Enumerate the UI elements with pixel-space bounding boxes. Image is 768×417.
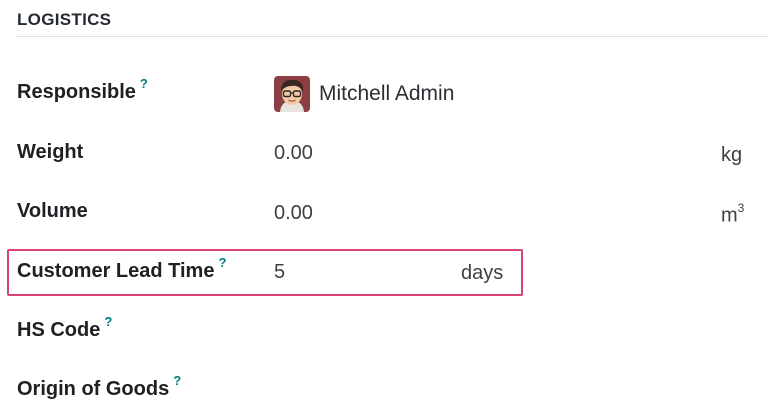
customer-lead-time-unit: days — [461, 262, 504, 284]
responsible-user-name[interactable]: Mitchell Admin — [319, 82, 454, 106]
section-title: LOGISTICS — [17, 10, 112, 29]
customer-lead-time-help-icon[interactable]: ? — [218, 255, 226, 270]
volume-label-text: Volume — [17, 200, 88, 222]
hs-code-input[interactable] — [268, 314, 748, 348]
weight-label-text: Weight — [17, 141, 84, 163]
responsible-label-text: Responsible — [17, 81, 136, 103]
user-avatar-glasses-icon — [274, 76, 310, 112]
volume-unit-exponent: 3 — [737, 201, 745, 215]
volume-unit: m3 — [721, 201, 745, 228]
weight-value: 0.00 — [274, 142, 313, 164]
origin-of-goods-help-icon[interactable]: ? — [173, 373, 181, 388]
volume-label: Volume — [17, 200, 88, 223]
section-divider — [16, 36, 768, 37]
customer-lead-time-label: Customer Lead Time? — [17, 255, 226, 283]
volume-value: 0.00 — [274, 202, 313, 224]
customer-lead-time-input[interactable]: 5 — [268, 256, 448, 290]
weight-label: Weight — [17, 141, 83, 164]
origin-of-goods-label-text: Origin of Goods — [17, 378, 170, 400]
avatar[interactable] — [274, 76, 310, 112]
origin-of-goods-input[interactable] — [268, 373, 748, 407]
hs-code-help-icon[interactable]: ? — [104, 314, 112, 329]
responsible-label: Responsible? — [17, 76, 148, 104]
weight-input[interactable]: 0.00 — [268, 138, 748, 172]
origin-of-goods-label: Origin of Goods? — [17, 373, 181, 401]
customer-lead-time-label-text: Customer Lead Time — [17, 260, 215, 282]
responsible-help-icon[interactable]: ? — [140, 76, 148, 91]
customer-lead-time-value: 5 — [274, 261, 286, 283]
volume-input[interactable]: 0.00 — [268, 197, 748, 231]
volume-unit-base: m — [721, 204, 738, 227]
weight-unit: kg — [721, 144, 743, 166]
hs-code-label: HS Code? — [17, 314, 112, 342]
hs-code-label-text: HS Code — [17, 319, 101, 341]
